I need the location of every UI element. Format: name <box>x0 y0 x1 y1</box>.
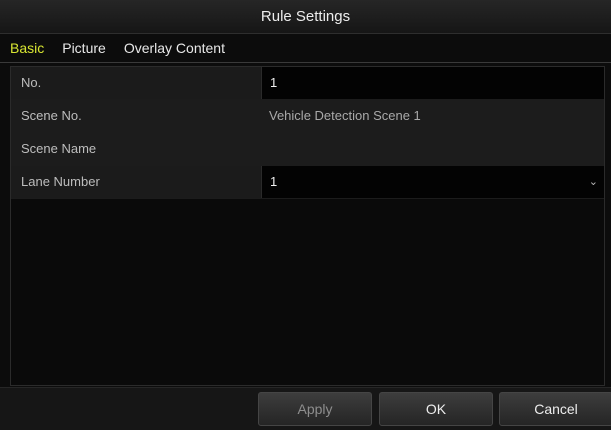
tab-picture[interactable]: Picture <box>62 40 106 56</box>
scene-no-row: Scene No. Vehicle Detection Scene 1 <box>11 100 604 133</box>
scene-no-value: Vehicle Detection Scene 1 <box>269 108 421 123</box>
button-bar: Apply OK Cancel <box>0 387 611 430</box>
rule-settings-dialog: Rule Settings Basic Picture Overlay Cont… <box>0 0 611 430</box>
chevron-down-icon[interactable]: ⌄ <box>589 166 598 198</box>
lane-number-row: Lane Number 1 ⌄ <box>11 166 604 199</box>
tab-basic[interactable]: Basic <box>10 40 44 56</box>
scene-no-label: Scene No. <box>21 108 82 123</box>
scene-name-value <box>261 133 604 165</box>
apply-button[interactable]: Apply <box>258 392 372 426</box>
cancel-button[interactable]: Cancel <box>499 392 611 426</box>
lane-number-value: 1 <box>270 174 278 189</box>
settings-panel: No. 1 Scene No. Vehicle Detection Scene … <box>10 66 605 386</box>
scene-name-row: Scene Name <box>11 133 604 166</box>
lane-number-select[interactable]: 1 <box>261 166 604 198</box>
lane-number-label: Lane Number <box>11 166 261 198</box>
no-field[interactable]: 1 <box>261 67 604 99</box>
ok-button[interactable]: OK <box>379 392 493 426</box>
no-label: No. <box>11 67 261 99</box>
scene-name-label: Scene Name <box>21 141 97 156</box>
tab-overlay-content[interactable]: Overlay Content <box>124 40 225 56</box>
no-row: No. 1 <box>11 67 604 100</box>
tab-bar: Basic Picture Overlay Content <box>0 34 611 63</box>
dialog-title: Rule Settings <box>0 0 611 34</box>
